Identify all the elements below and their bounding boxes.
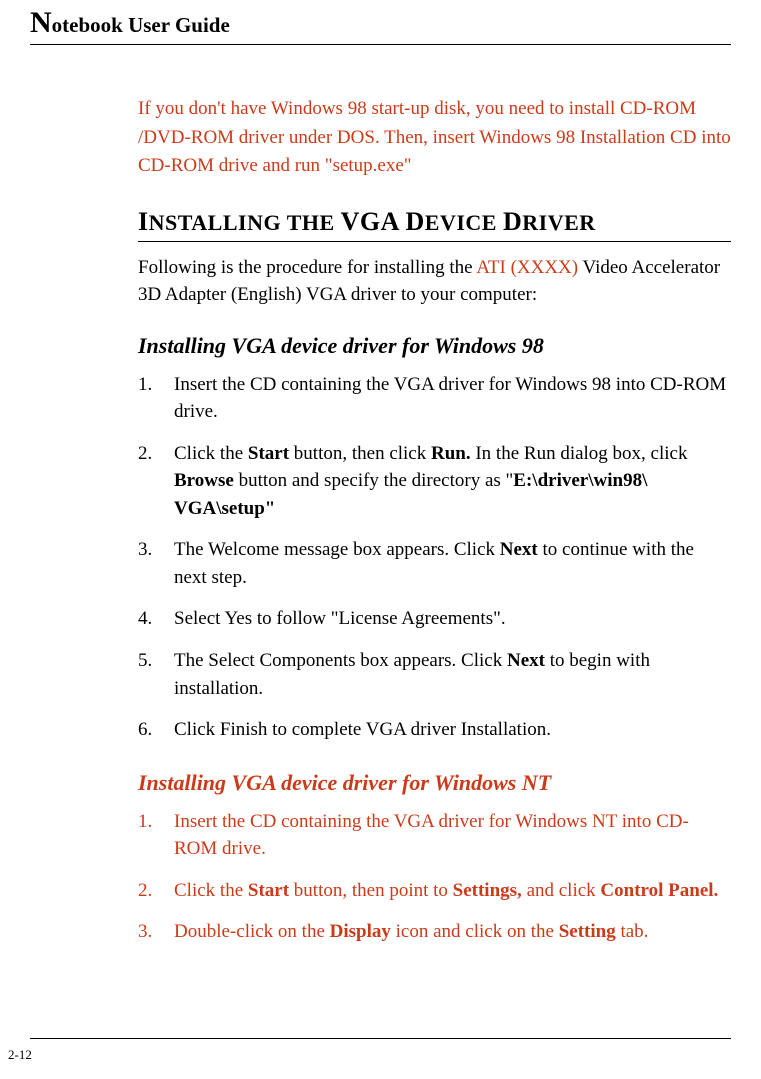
step-item: The Select Components box appears. Click… bbox=[138, 647, 731, 702]
bold-txt: Display bbox=[330, 921, 391, 942]
step-item: Click the Start button, then click Run. … bbox=[138, 440, 731, 523]
subheading-win98: Installing VGA device driver for Windows… bbox=[138, 333, 731, 359]
body-intro: Following is the procedure for installin… bbox=[138, 254, 731, 309]
txt: The Select Components box appears. Click bbox=[174, 650, 507, 671]
txt: In the Run dialog box, click bbox=[471, 443, 688, 464]
header-title-cap: N bbox=[30, 6, 52, 39]
txt: tab. bbox=[616, 921, 649, 942]
bold-txt: Start bbox=[248, 880, 289, 901]
highlight-txt: ATI (XXXX) bbox=[476, 257, 578, 278]
txt: button and specify the directory as " bbox=[234, 470, 513, 491]
h-cap: I bbox=[138, 207, 149, 236]
txt: Double-click on the bbox=[174, 921, 330, 942]
h-cap: VGA D bbox=[341, 207, 425, 236]
step-item: Click the Start button, then point to Se… bbox=[138, 877, 731, 905]
bold-txt: Next bbox=[507, 650, 545, 671]
txt: and click bbox=[522, 880, 601, 901]
step-item: Double-click on the Display icon and cli… bbox=[138, 918, 731, 946]
intro-note: If you don't have Windows 98 start-up di… bbox=[138, 95, 731, 181]
txt: Click the bbox=[174, 880, 248, 901]
step-item: Select Yes to follow "License Agreements… bbox=[138, 605, 731, 633]
h-cap: D bbox=[503, 207, 522, 236]
txt: button, then click bbox=[289, 443, 431, 464]
section-heading: INSTALLING THE VGA DEVICE DRIVER bbox=[138, 207, 731, 242]
bold-txt: Run. bbox=[431, 443, 471, 464]
page-number: 2-12 bbox=[8, 1047, 32, 1063]
bold-txt: Browse bbox=[174, 470, 234, 491]
txt: Click the bbox=[174, 443, 248, 464]
footer-rule bbox=[30, 1038, 731, 1039]
step-item: Insert the CD containing the VGA driver … bbox=[138, 371, 731, 426]
bold-txt: Start bbox=[248, 443, 289, 464]
step-item: The Welcome message box appears. Click N… bbox=[138, 536, 731, 591]
step-item: Insert the CD containing the VGA driver … bbox=[138, 808, 731, 863]
subheading-winnt: Installing VGA device driver for Windows… bbox=[138, 770, 731, 796]
bold-txt: Next bbox=[500, 539, 538, 560]
h-txt: NSTALLING THE bbox=[149, 210, 341, 235]
bold-txt: Setting bbox=[559, 921, 616, 942]
step-item: Click Finish to complete VGA driver Inst… bbox=[138, 716, 731, 744]
bold-txt: Settings, bbox=[453, 880, 522, 901]
h-txt: RIVER bbox=[522, 210, 595, 235]
steps-winnt: Insert the CD containing the VGA driver … bbox=[138, 808, 731, 946]
txt: icon and click on the bbox=[391, 921, 559, 942]
header-title: Notebook User Guide bbox=[30, 6, 731, 40]
txt: The Welcome message box appears. Click bbox=[174, 539, 500, 560]
txt: Following is the procedure for installin… bbox=[138, 257, 476, 278]
txt: button, then point to bbox=[289, 880, 453, 901]
bold-txt: Control Panel. bbox=[600, 880, 718, 901]
h-txt: EVICE bbox=[425, 210, 503, 235]
header-title-rest: otebook User Guide bbox=[52, 13, 230, 37]
steps-win98: Insert the CD containing the VGA driver … bbox=[138, 371, 731, 744]
